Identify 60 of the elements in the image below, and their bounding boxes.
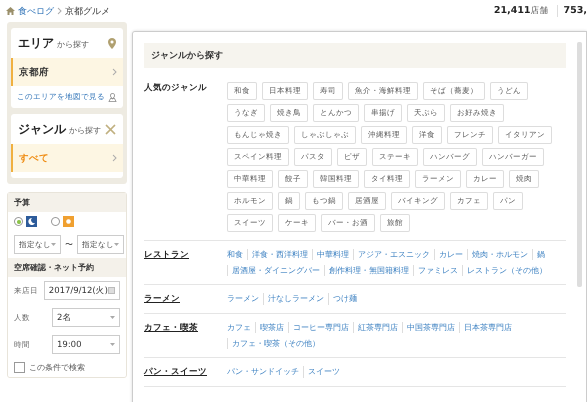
section-label: 人気のジャンル (144, 82, 208, 95)
genre-link[interactable]: 喫茶店 (255, 322, 288, 333)
genre-link[interactable]: 洋食・西洋料理 (247, 249, 312, 260)
range-separator: 〜 (65, 239, 73, 250)
category-link[interactable]: レストラン (144, 249, 227, 276)
sun-icon (63, 216, 74, 227)
genre-link[interactable]: 焼肉・ホルモン (467, 249, 532, 260)
checkbox[interactable] (14, 362, 25, 373)
genre-title: ジャンル から探す (18, 120, 101, 138)
chevron-icon (112, 68, 117, 76)
genre-link[interactable]: 和食 (227, 249, 247, 260)
caret-icon (110, 343, 115, 346)
genre-link[interactable]: 中国茶専門店 (402, 322, 459, 333)
pin-icon (108, 38, 116, 48)
area-select[interactable]: 京都府 (11, 58, 123, 86)
chevron-icon (57, 7, 62, 15)
calendar-icon (108, 287, 115, 294)
genre-link[interactable]: カレー (434, 249, 467, 260)
genre-link[interactable]: 日本茶専門店 (459, 322, 516, 333)
genre-link[interactable]: 汁なしラーメン (263, 293, 328, 305)
genre-link[interactable]: コーヒー専門店 (288, 322, 353, 333)
genre-link[interactable]: 鍋 (532, 249, 549, 260)
scrollbar[interactable] (577, 42, 582, 287)
stat-count: 21,411店舗 (492, 5, 549, 17)
radio-button[interactable] (14, 217, 23, 226)
budget-header: 予算 (8, 193, 126, 212)
popup-title: ジャンルから探す (144, 43, 566, 68)
genre-link[interactable]: 居酒屋・ダイニングバー (227, 265, 324, 276)
genre-link[interactable]: レストラン（その他） (462, 265, 551, 276)
genre-link[interactable]: カフェ・喫茶（その他） (227, 338, 324, 349)
moon-icon (26, 216, 37, 227)
genre-link[interactable]: ファミレス (413, 265, 462, 276)
genre-link[interactable]: 紅茶専門店 (353, 322, 402, 333)
genre-link[interactable]: ラーメン (227, 293, 263, 305)
genre-link[interactable]: 中華料理 (312, 249, 353, 260)
caret-icon (110, 316, 115, 319)
stat-count: 753, (556, 5, 587, 17)
caret-icon (51, 243, 56, 246)
category-link[interactable]: ラーメン (144, 293, 227, 305)
radio-button[interactable] (51, 217, 60, 226)
genre-link[interactable]: カフェ (227, 322, 255, 333)
map-pin-icon (108, 92, 117, 102)
genre-link[interactable]: スイーツ (303, 366, 344, 378)
chevron-icon (112, 154, 117, 162)
breadcrumb-current: 京都グルメ (65, 6, 110, 18)
select-field[interactable]: 19:00 (52, 335, 120, 354)
home-icon (6, 7, 15, 15)
checkbox-label: この条件で検索 (29, 362, 85, 373)
genre-link[interactable]: アジア・エスニック (353, 249, 434, 260)
genre-link[interactable]: パン・サンドイッチ (227, 366, 303, 378)
date-field[interactable]: 2017/9/12(火) (44, 281, 120, 300)
category-link[interactable]: パン・スイーツ (144, 366, 227, 378)
area-title: エリア から探す (18, 34, 89, 52)
category-link[interactable]: カフェ・喫茶 (144, 322, 227, 349)
reservation-header: 空席確認・ネット予約 (8, 258, 126, 277)
genre-link[interactable]: 創作料理・無国籍料理 (324, 265, 413, 276)
genre-link[interactable]: つけ麺 (328, 293, 361, 305)
caret-icon (114, 243, 119, 246)
breadcrumb-link[interactable]: 食べログ (18, 4, 54, 18)
select-field[interactable]: 2名 (52, 308, 120, 327)
